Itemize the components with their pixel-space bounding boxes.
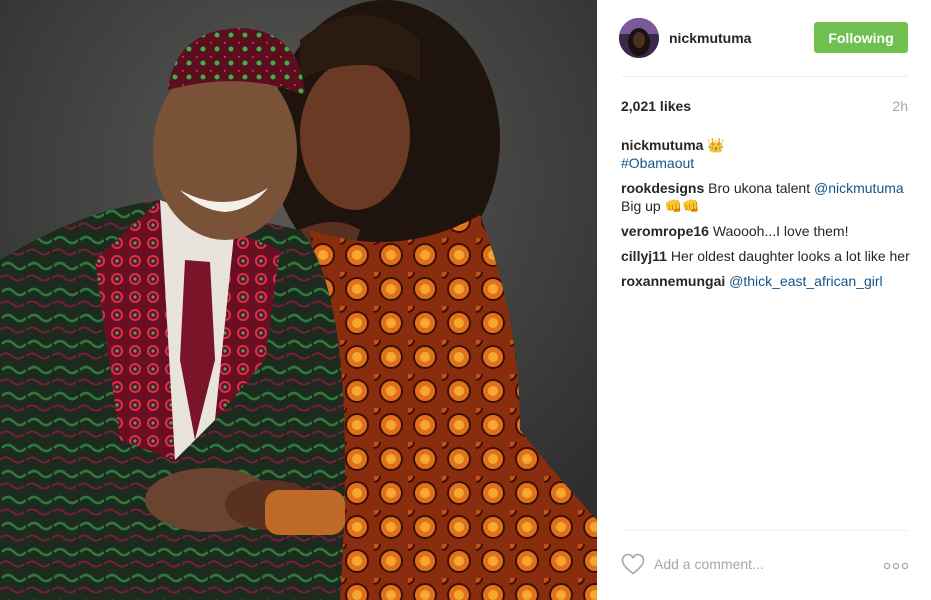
comment-text: Bro ukona talent [704,180,814,196]
list-item: cillyj11 Her oldest daughter looks a lot… [621,247,911,265]
post-details-panel: nickmutuma Following 2,021 likes 2h nick… [597,0,931,600]
crown-emoji: 👑 [707,137,725,153]
following-button[interactable]: Following [814,22,908,53]
comment-username[interactable]: rookdesigns [621,180,704,196]
divider [621,530,908,531]
comment-text: Waoooh...I love them! [708,223,849,239]
hashtag-link[interactable]: #Obamaout [621,154,911,172]
caption: nickmutuma 👑 #Obamaout [621,136,911,172]
divider [621,76,908,77]
list-item: veromrope16 Waoooh...I love them! [621,222,911,240]
comment-text: Her oldest daughter looks a lot like her [666,248,910,264]
post-photo-illustration [0,0,597,600]
comment-username[interactable]: roxannemungai [621,273,725,289]
mention-link[interactable]: @thick_east_african_girl [729,273,883,289]
heart-icon[interactable] [621,553,645,575]
comment-username[interactable]: cillyj11 [621,248,667,264]
add-comment-input[interactable] [654,554,854,574]
avatar[interactable] [619,18,659,58]
comment-text-after: Big up 👊👊 [621,198,700,214]
more-options-icon[interactable] [883,562,909,570]
post-time[interactable]: 2h [892,98,908,114]
caption-username[interactable]: nickmutuma [621,137,703,153]
post-photo[interactable] [0,0,597,600]
post-header: nickmutuma Following [597,0,931,77]
avatar-image [619,18,659,58]
comment-username[interactable]: veromrope16 [621,223,709,239]
likes-count[interactable]: 2,021 likes [621,98,691,114]
post-author-username[interactable]: nickmutuma [669,30,751,46]
comments-list: nickmutuma 👑 #Obamaout rookdesigns Bro u… [621,136,911,297]
list-item: rookdesigns Bro ukona talent @nickmutuma… [621,179,911,215]
list-item: roxannemungai @thick_east_african_girl [621,272,911,290]
mention-link[interactable]: @nickmutuma [814,180,904,196]
